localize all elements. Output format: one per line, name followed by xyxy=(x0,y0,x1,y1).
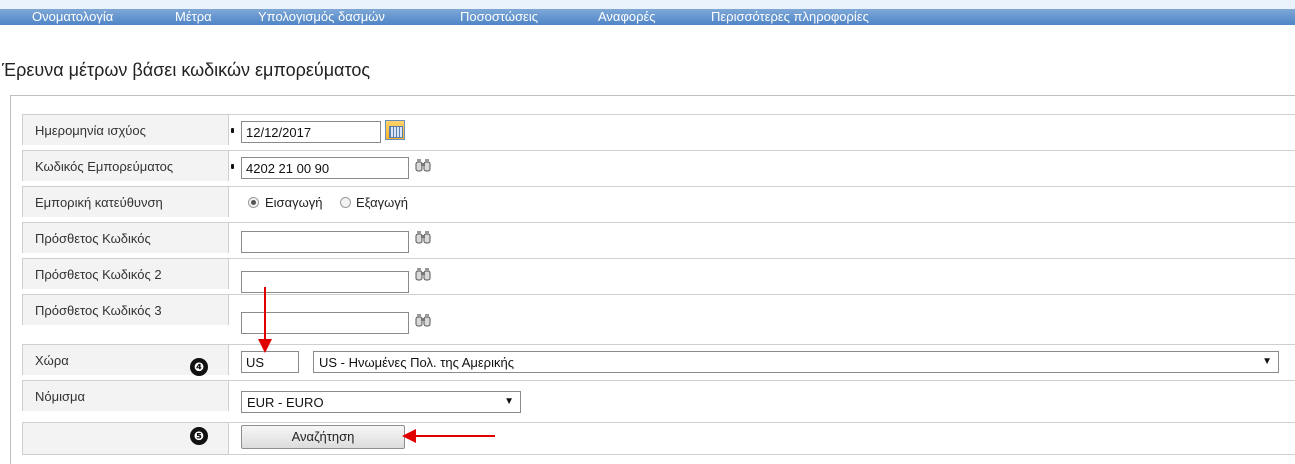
form-row-search: Αναζήτηση xyxy=(22,422,1295,455)
commodity-code-input[interactable] xyxy=(241,157,409,179)
annotation-arrow-left xyxy=(402,429,495,443)
commodity-code-label: Κωδικός Εμπορεύματος xyxy=(35,159,174,174)
form-row-additional-code: Πρόσθετος Κωδικός xyxy=(22,222,1295,253)
binoculars-search-icon[interactable] xyxy=(415,313,431,327)
binoculars-search-icon[interactable] xyxy=(415,230,431,244)
nav-item-duty-calculation[interactable]: Υπολογισμός δασμών xyxy=(258,9,385,25)
form-row-additional-code-2: Πρόσθετος Κωδικός 2 xyxy=(22,258,1295,293)
annotation-arrow-down xyxy=(258,287,272,353)
form-row-currency: Νόμισμα EUR - EURO ▼ xyxy=(22,380,1295,413)
nav-item-more-info[interactable]: Περισσότερες πληροφορίες xyxy=(711,9,869,25)
validity-date-input[interactable] xyxy=(241,121,381,143)
currency-label: Νόμισμα xyxy=(35,389,86,404)
export-radio-label[interactable]: Εξαγωγή xyxy=(356,195,408,210)
annotation-marker-5: ❺ xyxy=(190,427,208,445)
dropdown-arrow-icon: ▼ xyxy=(504,396,514,407)
country-select[interactable]: US - Ηνωμένες Πολ. της Αμερικής ▼ xyxy=(313,351,1279,373)
nav-item-quotas[interactable]: Ποσοστώσεις xyxy=(460,9,538,25)
currency-select-value: EUR - EURO xyxy=(247,395,324,410)
annotation-marker-4: ❹ xyxy=(190,358,208,376)
form-row-validity-date: Ημερομηνία ισχύος xyxy=(22,114,1295,145)
import-radio-label[interactable]: Εισαγωγή xyxy=(265,195,322,210)
nav-item-reports[interactable]: Αναφορές xyxy=(598,9,656,25)
form-row-country: Χώρα US - Ηνωμένες Πολ. της Αμερικής ▼ xyxy=(22,344,1295,375)
search-button[interactable]: Αναζήτηση xyxy=(241,425,405,449)
required-marker xyxy=(231,128,234,133)
nav-item-nomenclature[interactable]: Ονοματολογία xyxy=(32,9,113,25)
currency-select[interactable]: EUR - EURO ▼ xyxy=(241,391,521,413)
required-marker xyxy=(231,164,234,169)
additional-code-input[interactable] xyxy=(241,231,409,253)
form-row-additional-code-3: Πρόσθετος Κωδικός 3 xyxy=(22,294,1295,334)
country-select-value: US - Ηνωμένες Πολ. της Αμερικής xyxy=(319,355,514,370)
form-row-trade-direction: Εμπορική κατεύθυνση Εισαγωγή Εξαγωγή xyxy=(22,186,1295,217)
additional-code-2-label: Πρόσθετος Κωδικός 2 xyxy=(35,267,162,282)
page-title: Έρευνα μέτρων βάσει κωδικών εμπορεύματος xyxy=(2,60,371,80)
form-row-commodity-code: Κωδικός Εμπορεύματος xyxy=(22,150,1295,181)
calendar-icon[interactable] xyxy=(385,120,405,140)
additional-code-3-label: Πρόσθετος Κωδικός 3 xyxy=(35,303,162,318)
import-radio[interactable] xyxy=(248,197,259,208)
binoculars-search-icon[interactable] xyxy=(415,267,431,281)
binoculars-search-icon[interactable] xyxy=(415,158,431,172)
export-radio[interactable] xyxy=(340,197,351,208)
trade-direction-label: Εμπορική κατεύθυνση xyxy=(35,195,163,210)
dropdown-arrow-icon: ▼ xyxy=(1262,356,1272,367)
nav-item-measures[interactable]: Μέτρα xyxy=(175,9,212,25)
validity-date-label: Ημερομηνία ισχύος xyxy=(35,123,146,138)
country-label: Χώρα xyxy=(35,353,69,368)
additional-code-label: Πρόσθετος Κωδικός xyxy=(35,231,151,246)
top-nav-bar: Ονοματολογία Μέτρα Υπολογισμός δασμών Πο… xyxy=(0,0,1295,25)
